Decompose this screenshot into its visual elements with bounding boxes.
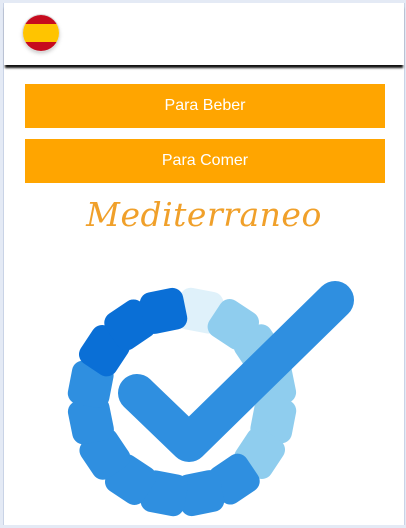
top-bar (4, 3, 404, 65)
drinks-menu-button[interactable]: Para Beber (25, 84, 385, 128)
spain-flag-icon[interactable] (23, 15, 59, 51)
flag-stripe-top (23, 15, 59, 24)
flag-stripe-middle (23, 24, 59, 42)
progress-ring (67, 287, 297, 517)
flag-stripe-bottom (23, 42, 59, 51)
app-frame: Para Beber Para Comer Mediterraneo (3, 3, 405, 525)
check-progress-ring-icon (67, 281, 354, 517)
brand-name: Mediterraneo (86, 195, 322, 234)
food-menu-button[interactable]: Para Comer (25, 139, 385, 183)
ring-segment (139, 287, 188, 334)
